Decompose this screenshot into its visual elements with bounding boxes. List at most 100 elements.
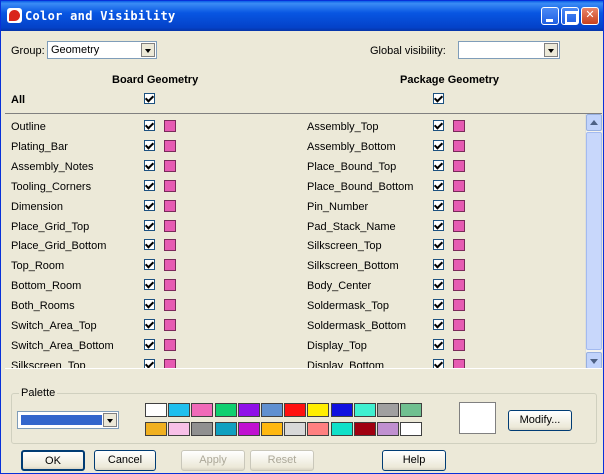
color-swatch[interactable] [164, 259, 176, 272]
color-swatch[interactable] [164, 159, 176, 172]
ok-button[interactable]: OK [21, 450, 85, 471]
visibility-checkbox[interactable] [433, 199, 444, 211]
color-swatch[interactable] [453, 358, 465, 368]
visibility-checkbox[interactable] [144, 319, 155, 330]
palette-color[interactable] [353, 422, 376, 436]
palette-color[interactable] [191, 422, 214, 436]
palette-color[interactable] [400, 403, 423, 417]
visibility-checkbox[interactable] [433, 319, 444, 330]
color-swatch[interactable] [164, 120, 176, 132]
visibility-checkbox[interactable] [433, 279, 444, 291]
palette-color[interactable] [377, 403, 399, 417]
visibility-checkbox[interactable] [144, 358, 155, 368]
visibility-checkbox[interactable] [144, 239, 155, 251]
color-swatch[interactable] [453, 319, 465, 331]
visibility-checkbox[interactable] [433, 358, 444, 368]
visibility-checkbox[interactable] [433, 120, 444, 131]
color-swatch[interactable] [164, 239, 176, 252]
color-swatch[interactable] [453, 259, 465, 272]
vertical-scrollbar[interactable] [585, 114, 602, 368]
palette-color[interactable] [284, 403, 307, 417]
palette-color[interactable] [261, 422, 283, 436]
palette-color[interactable] [168, 403, 191, 417]
palette-color[interactable] [307, 403, 330, 417]
palette-color[interactable] [145, 403, 167, 417]
color-swatch[interactable] [453, 199, 465, 212]
cancel-button[interactable]: Cancel [94, 450, 156, 471]
color-swatch[interactable] [453, 139, 465, 152]
visibility-checkbox[interactable] [144, 219, 155, 231]
color-swatch[interactable] [453, 179, 465, 192]
modify-button[interactable]: Modify... [508, 410, 572, 431]
palette-color[interactable] [377, 422, 399, 436]
palette-color[interactable] [214, 403, 237, 417]
color-swatch[interactable] [164, 219, 176, 232]
all-package-checkbox[interactable] [433, 93, 444, 104]
color-swatch[interactable] [453, 338, 465, 351]
color-swatch[interactable] [164, 358, 176, 368]
visibility-checkbox[interactable] [144, 179, 155, 191]
scroll-down-icon[interactable] [586, 352, 602, 368]
color-swatch[interactable] [164, 279, 176, 292]
palette-select[interactable] [17, 411, 119, 429]
global-visibility-select[interactable] [458, 41, 560, 59]
group-select[interactable]: Geometry [47, 41, 157, 59]
layer-name: Plating_Bar [11, 140, 68, 153]
color-swatch[interactable] [453, 239, 465, 252]
color-swatch[interactable] [453, 219, 465, 232]
palette-color[interactable] [214, 422, 237, 436]
palette-color[interactable] [261, 403, 283, 417]
visibility-checkbox[interactable] [433, 239, 444, 251]
visibility-checkbox[interactable] [144, 139, 155, 151]
color-swatch[interactable] [453, 159, 465, 172]
palette-color[interactable] [168, 422, 191, 436]
color-swatch[interactable] [164, 338, 176, 351]
chevron-down-icon[interactable] [544, 43, 558, 57]
color-swatch[interactable] [164, 199, 176, 212]
color-swatch[interactable] [453, 120, 465, 132]
visibility-checkbox[interactable] [433, 179, 444, 191]
palette-color[interactable] [237, 422, 260, 436]
color-swatch[interactable] [164, 139, 176, 152]
palette-color[interactable] [145, 422, 167, 436]
visibility-checkbox[interactable] [144, 299, 155, 311]
palette-color[interactable] [330, 422, 353, 436]
visibility-checkbox[interactable] [144, 120, 155, 131]
visibility-checkbox[interactable] [433, 299, 444, 311]
palette-color[interactable] [353, 403, 376, 417]
palette-color[interactable] [284, 422, 307, 436]
visibility-checkbox[interactable] [433, 338, 444, 350]
chevron-down-icon[interactable] [103, 413, 117, 427]
visibility-checkbox[interactable] [433, 259, 444, 271]
apply-button[interactable]: Apply [181, 450, 245, 471]
palette-color[interactable] [307, 422, 330, 436]
palette-color[interactable] [400, 422, 423, 436]
visibility-checkbox[interactable] [144, 199, 155, 211]
scroll-thumb[interactable] [586, 132, 602, 350]
color-swatch[interactable] [453, 279, 465, 292]
color-swatch[interactable] [164, 319, 176, 331]
visibility-checkbox[interactable] [433, 139, 444, 151]
minimize-button[interactable] [541, 7, 559, 25]
visibility-checkbox[interactable] [144, 279, 155, 291]
title-bar[interactable]: Color and Visibility ✕ [1, 1, 603, 31]
visibility-checkbox[interactable] [433, 219, 444, 231]
visibility-checkbox[interactable] [144, 338, 155, 350]
close-button[interactable]: ✕ [581, 7, 599, 25]
maximize-button[interactable] [561, 7, 579, 25]
visibility-checkbox[interactable] [144, 159, 155, 171]
palette-color[interactable] [237, 403, 260, 417]
reset-button[interactable]: Reset [250, 450, 314, 471]
color-swatch[interactable] [164, 299, 176, 312]
scroll-up-icon[interactable] [586, 114, 602, 131]
all-board-checkbox[interactable] [144, 93, 155, 104]
layer-name: Soldermask_Top [307, 300, 389, 313]
chevron-down-icon[interactable] [141, 43, 155, 57]
help-button[interactable]: Help [382, 450, 446, 471]
palette-color[interactable] [191, 403, 214, 417]
visibility-checkbox[interactable] [144, 259, 155, 271]
visibility-checkbox[interactable] [433, 159, 444, 171]
color-swatch[interactable] [453, 299, 465, 312]
palette-color[interactable] [330, 403, 353, 417]
color-swatch[interactable] [164, 179, 176, 192]
